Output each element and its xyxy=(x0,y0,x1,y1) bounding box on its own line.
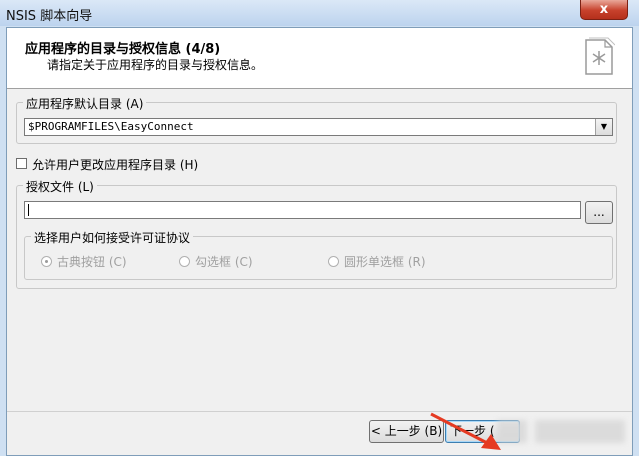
browse-button[interactable]: ... xyxy=(585,201,613,224)
wizard-header: 应用程序的目录与授权信息 (4/8) 请指定关于应用程序的目录与授权信息。 xyxy=(7,28,632,89)
wizard-page-icon xyxy=(585,37,615,75)
page-title: 应用程序的目录与授权信息 (4/8) xyxy=(25,42,221,57)
license-file-legend: 授权文件 (L) xyxy=(23,178,97,195)
radio-classic-button[interactable] xyxy=(41,256,52,267)
title-bar: NSIS 脚本向导 x xyxy=(0,0,639,26)
page-subtitle: 请指定关于应用程序的目录与授权信息。 xyxy=(47,58,264,72)
default-directory-legend: 应用程序默认目录 (A) xyxy=(23,95,147,112)
allow-change-dir-checkbox[interactable] xyxy=(16,158,27,169)
radio-round-option-label[interactable]: 圆形单选框 (R) xyxy=(344,253,426,270)
annotation-arrow-icon xyxy=(430,412,501,450)
button-bar-separator xyxy=(7,411,632,412)
redacted-area-2 xyxy=(535,420,625,443)
window-title: NSIS 脚本向导 xyxy=(6,9,93,24)
chevron-down-icon[interactable]: ▼ xyxy=(595,119,612,135)
allow-change-dir-label[interactable]: 允许用户更改应用程序目录 (H) xyxy=(32,156,198,173)
text-caret xyxy=(28,204,29,216)
license-accept-legend: 选择用户如何接受许可证协议 xyxy=(31,229,194,246)
radio-classic-button-label[interactable]: 古典按钮 (C) xyxy=(57,253,127,270)
license-file-input[interactable] xyxy=(24,201,581,219)
radio-checkbox-option[interactable] xyxy=(179,256,190,267)
wizard-dialog: 应用程序的目录与授权信息 (4/8) 请指定关于应用程序的目录与授权信息。 应用… xyxy=(6,27,633,456)
radio-checkbox-option-label[interactable]: 勾选框 (C) xyxy=(195,253,253,270)
default-directory-value: $PROGRAMFILES\EasyConnect xyxy=(28,120,194,133)
close-button[interactable]: x xyxy=(580,0,628,20)
radio-round-option[interactable] xyxy=(328,256,339,267)
default-directory-combobox[interactable]: $PROGRAMFILES\EasyConnect ▼ xyxy=(24,118,613,136)
